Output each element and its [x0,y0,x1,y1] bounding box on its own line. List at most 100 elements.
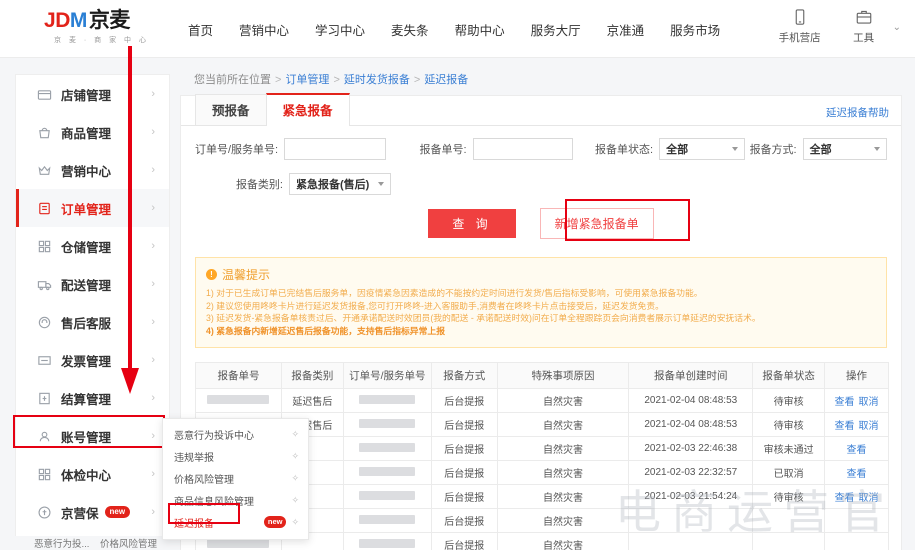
nav-item-learning[interactable]: 学习中心 [315,20,365,39]
nav-item-home[interactable]: 首页 [188,20,213,39]
info-icon: ! [206,269,217,280]
chevron-down-icon [378,182,384,186]
sidebar-label-product: 商品管理 [61,126,112,141]
sidebar-item-delivery[interactable]: 配送管理 › [16,265,169,303]
submenu-flyout: 恶意行为投诉中心 ✧ 违规举报 ✧ 价格风险管理 ✧ 商品信息风险管理 ✧ 延迟… [162,418,309,540]
cell-operation: 查看 取消 [824,412,889,437]
nav-item-service-market[interactable]: 服务市场 [670,20,720,39]
sidebar-item-order[interactable]: 订单管理 › [16,189,169,227]
flyout-item-violation-report[interactable]: 违规举报 ✧ [163,445,308,467]
cell-reason: 自然灾害 [496,508,630,533]
sidebar-subitems: 恶意行为投... 价格风险管理 商品信息风... 延迟报备 [16,531,169,550]
sidebar-item-shop[interactable]: 店铺管理 › [16,75,169,113]
order-no-input[interactable] [284,138,387,160]
cell-created [628,508,754,533]
view-link[interactable]: 查看 [835,493,855,504]
cell-order-no [342,460,432,485]
order-icon [37,201,52,216]
sidebar-item-aftersale[interactable]: 售后客服 › [16,303,169,341]
th-order-no: 订单号/服务单号 [342,362,432,389]
flyout-label-product-info-risk: 商品信息风险管理 [174,496,254,508]
breadcrumb-sep: > [275,74,282,86]
breadcrumb-sep: > [333,74,340,86]
tools-label: 工具 [853,32,875,44]
tab-urgent-report[interactable]: 紧急报备 [265,93,350,126]
category-select[interactable]: 紧急报备(售后) [289,173,391,195]
nav-item-service-hall[interactable]: 服务大厅 [531,20,581,39]
mobile-shop-button[interactable]: 手机营店 [779,8,821,45]
redacted-value [207,394,270,404]
th-reason: 特殊事项原因 [496,362,630,389]
form-row-2: 报备类别: 紧急报备(售后) [195,173,887,195]
bag-icon [37,125,52,140]
sidebar-item-settlement[interactable]: 结算管理 › [16,379,169,417]
pin-icon[interactable]: ✧ [291,429,299,440]
cancel-link[interactable]: 取消 [859,397,879,408]
sidebar-label-delivery: 配送管理 [61,278,112,293]
nav-item-help[interactable]: 帮助中心 [455,20,505,39]
flyout-item-price-risk[interactable]: 价格风险管理 ✧ [163,467,308,489]
cancel-link[interactable]: 取消 [859,493,879,504]
sidebar-item-jingyingbao[interactable]: 京营保 new › [16,493,169,531]
nav-item-maishitiao[interactable]: 麦失条 [391,20,429,39]
shop-icon [37,87,52,102]
flyout-item-product-info-risk[interactable]: 商品信息风险管理 ✧ [163,489,308,511]
sidebar-item-healthcheck[interactable]: 体检中心 › [16,455,169,493]
th-created: 报备单创建时间 [628,362,754,389]
help-link[interactable]: 延迟报备帮助 [826,105,889,120]
breadcrumb-order[interactable]: 订单管理 [285,74,329,86]
chevron-down-icon[interactable]: ⌄ [893,22,901,33]
search-button[interactable]: 查 询 [428,209,516,238]
pin-icon[interactable]: ✧ [291,517,299,528]
cell-order-no [342,484,432,509]
page-root: JDM京麦 京 麦 · 商 家 中 心 首页 营销中心 学习中心 麦失条 帮助中… [0,0,915,550]
tab-pre-report[interactable]: 预报备 [195,94,267,125]
pin-icon[interactable]: ✧ [291,495,299,506]
table-header-row: 报备单号 报备类别 订单号/服务单号 报备方式 特殊事项原因 报备单创建时间 报… [195,362,889,389]
cell-operation [824,508,889,533]
sidebar-item-invoice[interactable]: 发票管理 › [16,341,169,379]
cell-created: 2021-02-03 22:46:38 [628,436,754,461]
sidebar-item-product[interactable]: 商品管理 › [16,113,169,151]
nav-item-marketing[interactable]: 营销中心 [239,20,289,39]
chevron-right-icon: › [151,430,155,442]
redacted-value [359,514,416,524]
chevron-right-icon: › [151,164,155,176]
logo-letter-d: D [55,9,70,32]
sidebar-subitem-malicious[interactable]: 恶意行为投... [34,536,96,550]
sidebar-item-marketing[interactable]: 营销中心 › [16,151,169,189]
sidebar-item-warehouse[interactable]: 仓储管理 › [16,227,169,265]
sidebar-label-shop: 店铺管理 [61,88,112,103]
method-select[interactable]: 全部 [802,138,887,160]
th-method: 报备方式 [430,362,498,389]
flyout-item-malicious-complaint[interactable]: 恶意行为投诉中心 ✧ [163,423,308,445]
pin-icon[interactable]: ✧ [291,473,299,484]
breadcrumb-delay-report[interactable]: 延迟报备 [424,74,468,86]
status-select[interactable]: 全部 [659,138,745,160]
cell-report-no [195,388,282,413]
cell-created: 2021-02-03 21:54:24 [628,484,754,509]
cell-status: 待审核 [752,388,826,413]
cancel-link[interactable]: 取消 [859,421,879,432]
view-link[interactable]: 查看 [835,421,855,432]
sidebar-subitem-price-risk[interactable]: 价格风险管理 [100,536,162,550]
report-no-input[interactable] [472,138,573,160]
left-sidebar: 店铺管理 › 商品管理 › 营销中心 › 订单管理 › 仓储管理 › 配送管理 … [15,74,170,550]
sidebar-new-badge: new [104,506,131,518]
jdm-logo[interactable]: JDM京麦 京 麦 · 商 家 中 心 [44,9,174,45]
logo-subtitle: 京 麦 · 商 家 中 心 [54,37,149,44]
nav-item-jingzhuntong[interactable]: 京准通 [607,20,645,39]
new-urgent-report-button[interactable]: 新增紧急报备单 [539,208,654,239]
redacted-value [359,418,416,428]
view-link[interactable]: 查看 [847,469,867,480]
cell-reason: 自然灾害 [496,460,630,485]
view-link[interactable]: 查看 [847,445,867,456]
mobile-icon [795,9,804,25]
th-status: 报备单状态 [752,362,826,389]
flyout-item-delay-report[interactable]: 延迟报备 new ✧ [163,511,308,533]
tools-button[interactable]: 工具 [843,8,885,45]
pin-icon[interactable]: ✧ [291,451,299,462]
breadcrumb-delay-ship[interactable]: 延时发货报备 [344,74,410,86]
view-link[interactable]: 查看 [835,397,855,408]
sidebar-item-account[interactable]: 账号管理 › [16,417,169,455]
